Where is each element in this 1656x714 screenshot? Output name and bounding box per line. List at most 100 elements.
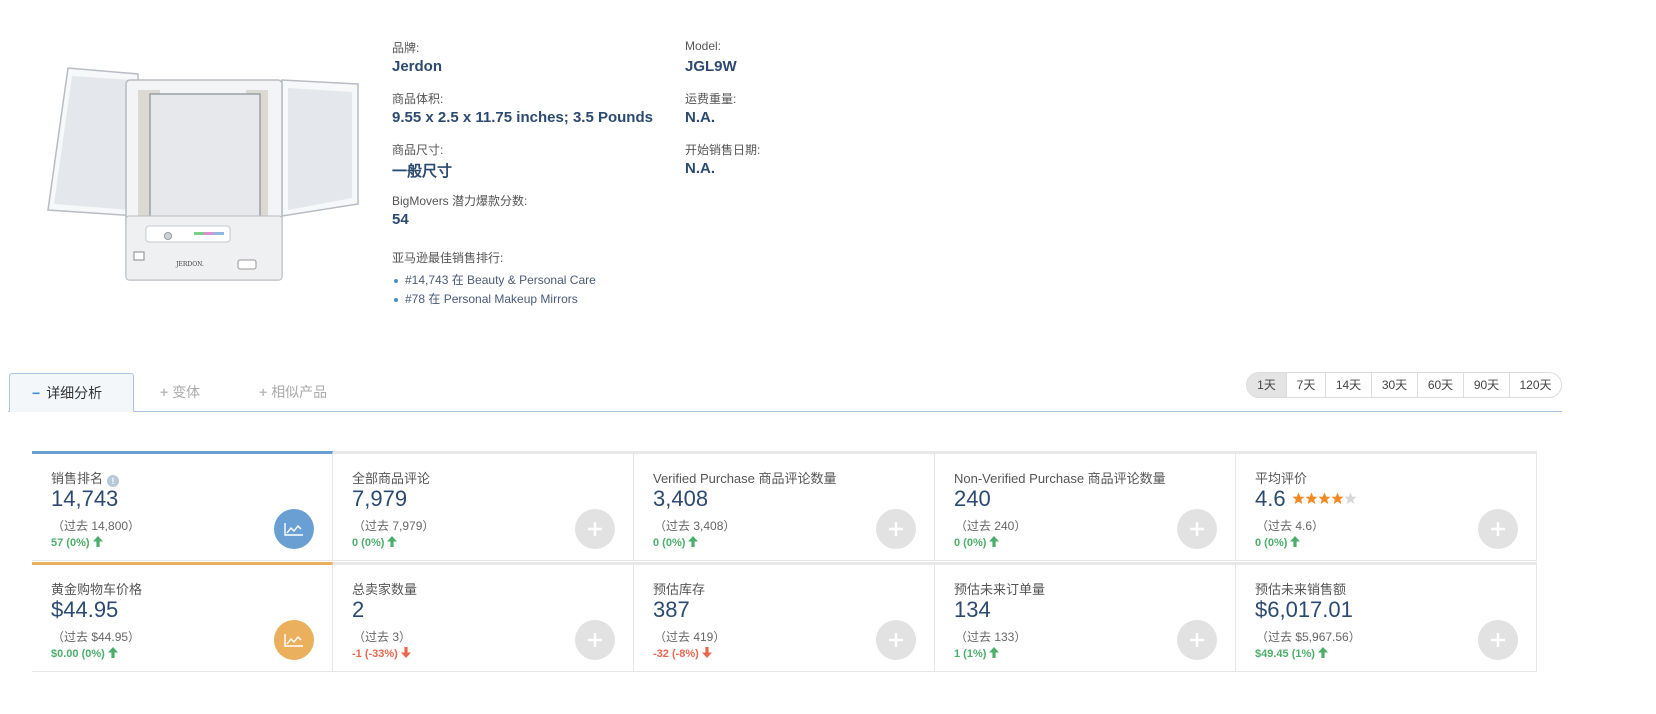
sale-date-label: 开始销售日期: <box>685 143 761 157</box>
svg-text:JERDON.: JERDON. <box>175 261 204 268</box>
metric-change: -32 (-8%) <box>653 647 712 660</box>
plus-icon <box>889 633 903 647</box>
metrics-grid: 销售排名! 14,743 （过去 14,800） 57 (0%) 全部商品评论 … <box>32 451 1538 672</box>
metric-change: 1 (1%) <box>954 647 1000 660</box>
rank-item[interactable]: #78 在 Personal Makeup Mirrors <box>392 291 596 310</box>
day-range-14[interactable]: 14天 <box>1325 373 1371 397</box>
shipping-weight-label: 运费重量: <box>685 92 737 106</box>
rank-link[interactable]: #78 在 Personal Makeup Mirrors <box>405 292 578 306</box>
add-metric-button[interactable] <box>876 620 916 660</box>
add-metric-button[interactable] <box>575 620 615 660</box>
metric-card-estimated-revenue[interactable]: 预估未来销售额 $6,017.01 （过去 $5,967.56） $49.45 … <box>1236 562 1537 672</box>
day-range-1[interactable]: 1天 <box>1247 373 1286 397</box>
rank-item[interactable]: #14,743 在 Beauty & Personal Care <box>392 272 596 291</box>
metric-previous: （过去 3） <box>353 630 412 644</box>
minus-icon: − <box>32 385 41 401</box>
plus-icon: + <box>259 384 268 400</box>
metric-title: 预估未来订单量 <box>954 582 1046 597</box>
metric-title: 总卖家数量 <box>352 582 418 597</box>
bestseller-rank-list: #14,743 在 Beauty & Personal Care #78 在 P… <box>392 272 596 310</box>
metric-value: $44.95 <box>51 597 119 622</box>
metric-card-buybox-price[interactable]: 黄金购物车价格 $44.95 （过去 $44.95） $0.00 (0%) <box>32 562 333 672</box>
arrow-down-icon <box>400 647 411 658</box>
metric-title: Verified Purchase 商品评论数量 <box>653 471 837 486</box>
metric-change: -1 (-33%) <box>352 647 411 660</box>
metric-title: 销售排名! <box>51 468 120 487</box>
add-metric-button[interactable] <box>1177 620 1217 660</box>
plus-icon <box>1491 633 1505 647</box>
metric-card-total-reviews[interactable]: 全部商品评论 7,979 （过去 7,979） 0 (0%) <box>333 451 634 561</box>
add-metric-button[interactable] <box>575 509 615 549</box>
metric-card-average-rating[interactable]: 平均评价 4.6 （过去 4.6） 0 (0%) <box>1236 451 1537 561</box>
day-range-60[interactable]: 60天 <box>1417 373 1463 397</box>
tab-variants[interactable]: + 变体 <box>160 373 200 412</box>
metric-card-estimated-orders[interactable]: 预估未来订单量 134 （过去 133） 1 (1%) <box>935 562 1236 672</box>
metric-value: 240 <box>954 486 991 511</box>
tabs-divider <box>8 411 1562 412</box>
metric-card-non-verified-reviews[interactable]: Non-Verified Purchase 商品评论数量 240 （过去 240… <box>935 451 1236 561</box>
star-rating <box>1292 492 1358 505</box>
metric-title: 平均评价 <box>1255 471 1308 486</box>
metric-card-seller-count[interactable]: 总卖家数量 2 （过去 3） -1 (-33%) <box>333 562 634 672</box>
metric-value: 4.6 <box>1255 486 1358 512</box>
rank-link[interactable]: #14,743 在 Beauty & Personal Care <box>405 273 596 287</box>
arrow-up-icon <box>107 647 118 658</box>
sale-date-value: N.A. <box>685 160 715 177</box>
metric-title: 预估库存 <box>653 582 706 597</box>
plus-icon <box>588 633 602 647</box>
metric-change: $49.45 (1%) <box>1255 647 1328 660</box>
tab-similar-products[interactable]: + 相似产品 <box>259 373 327 412</box>
add-metric-button[interactable] <box>1177 509 1217 549</box>
metric-title: 预估未来销售额 <box>1255 582 1347 597</box>
metric-change: 0 (0%) <box>352 536 398 549</box>
arrow-up-icon <box>989 536 1000 547</box>
add-metric-button[interactable] <box>1478 509 1518 549</box>
day-range-120[interactable]: 120天 <box>1509 373 1561 397</box>
metric-previous: （过去 4.6） <box>1256 519 1325 533</box>
tab-label: 详细分析 <box>46 385 103 401</box>
size-label: 商品尺寸: <box>392 143 444 157</box>
add-metric-button[interactable] <box>876 509 916 549</box>
plus-icon: + <box>160 384 169 400</box>
arrow-up-icon <box>92 536 103 547</box>
arrow-down-icon <box>701 647 712 658</box>
arrow-up-icon <box>1317 647 1328 658</box>
plus-icon <box>1491 522 1505 536</box>
metric-title: 黄金购物车价格 <box>51 582 143 597</box>
day-range-30[interactable]: 30天 <box>1371 373 1417 397</box>
shipping-weight-value: N.A. <box>685 109 715 126</box>
metric-value: 14,743 <box>51 486 119 511</box>
metric-card-verified-reviews[interactable]: Verified Purchase 商品评论数量 3,408 （过去 3,408… <box>634 451 935 561</box>
metric-change: 0 (0%) <box>1255 536 1301 549</box>
arrow-up-icon <box>989 647 1000 658</box>
metric-card-sales-rank[interactable]: 销售排名! 14,743 （过去 14,800） 57 (0%) <box>32 451 333 561</box>
line-chart-icon <box>284 523 303 536</box>
metric-change: 57 (0%) <box>51 536 103 549</box>
metric-previous: （过去 $5,967.56） <box>1256 630 1361 644</box>
metric-value: 3,408 <box>653 486 709 511</box>
metric-title: Non-Verified Purchase 商品评论数量 <box>954 471 1166 486</box>
tab-label: 变体 <box>172 384 201 400</box>
product-image[interactable]: JERDON. <box>46 66 360 284</box>
bigmovers-score: 54 <box>392 211 409 228</box>
metric-previous: （过去 3,408） <box>654 519 736 533</box>
add-metric-button[interactable] <box>1478 620 1518 660</box>
metric-previous: （过去 7,979） <box>353 519 435 533</box>
trend-chart-button[interactable] <box>274 509 314 549</box>
brand-value: Jerdon <box>392 58 443 75</box>
tab-detail-analysis[interactable]: − 详细分析 <box>9 373 134 412</box>
bigmovers-label: BigMovers 潜力爆款分数: <box>392 194 528 208</box>
metric-value: 2 <box>352 597 365 622</box>
plus-icon <box>1190 633 1204 647</box>
metric-previous: （过去 $44.95） <box>52 630 141 644</box>
metric-change: $0.00 (0%) <box>51 647 118 660</box>
trend-chart-button[interactable] <box>274 620 314 660</box>
metric-previous: （过去 240） <box>955 519 1027 533</box>
metric-card-estimated-inventory[interactable]: 预估库存 387 （过去 419） -32 (-8%) <box>634 562 935 672</box>
volume-label: 商品体积: <box>392 92 444 106</box>
day-range-90[interactable]: 90天 <box>1463 373 1509 397</box>
plus-icon <box>1190 522 1204 536</box>
day-range-7[interactable]: 7天 <box>1286 373 1325 397</box>
metric-value: 387 <box>653 597 690 622</box>
metric-previous: （过去 133） <box>955 630 1027 644</box>
